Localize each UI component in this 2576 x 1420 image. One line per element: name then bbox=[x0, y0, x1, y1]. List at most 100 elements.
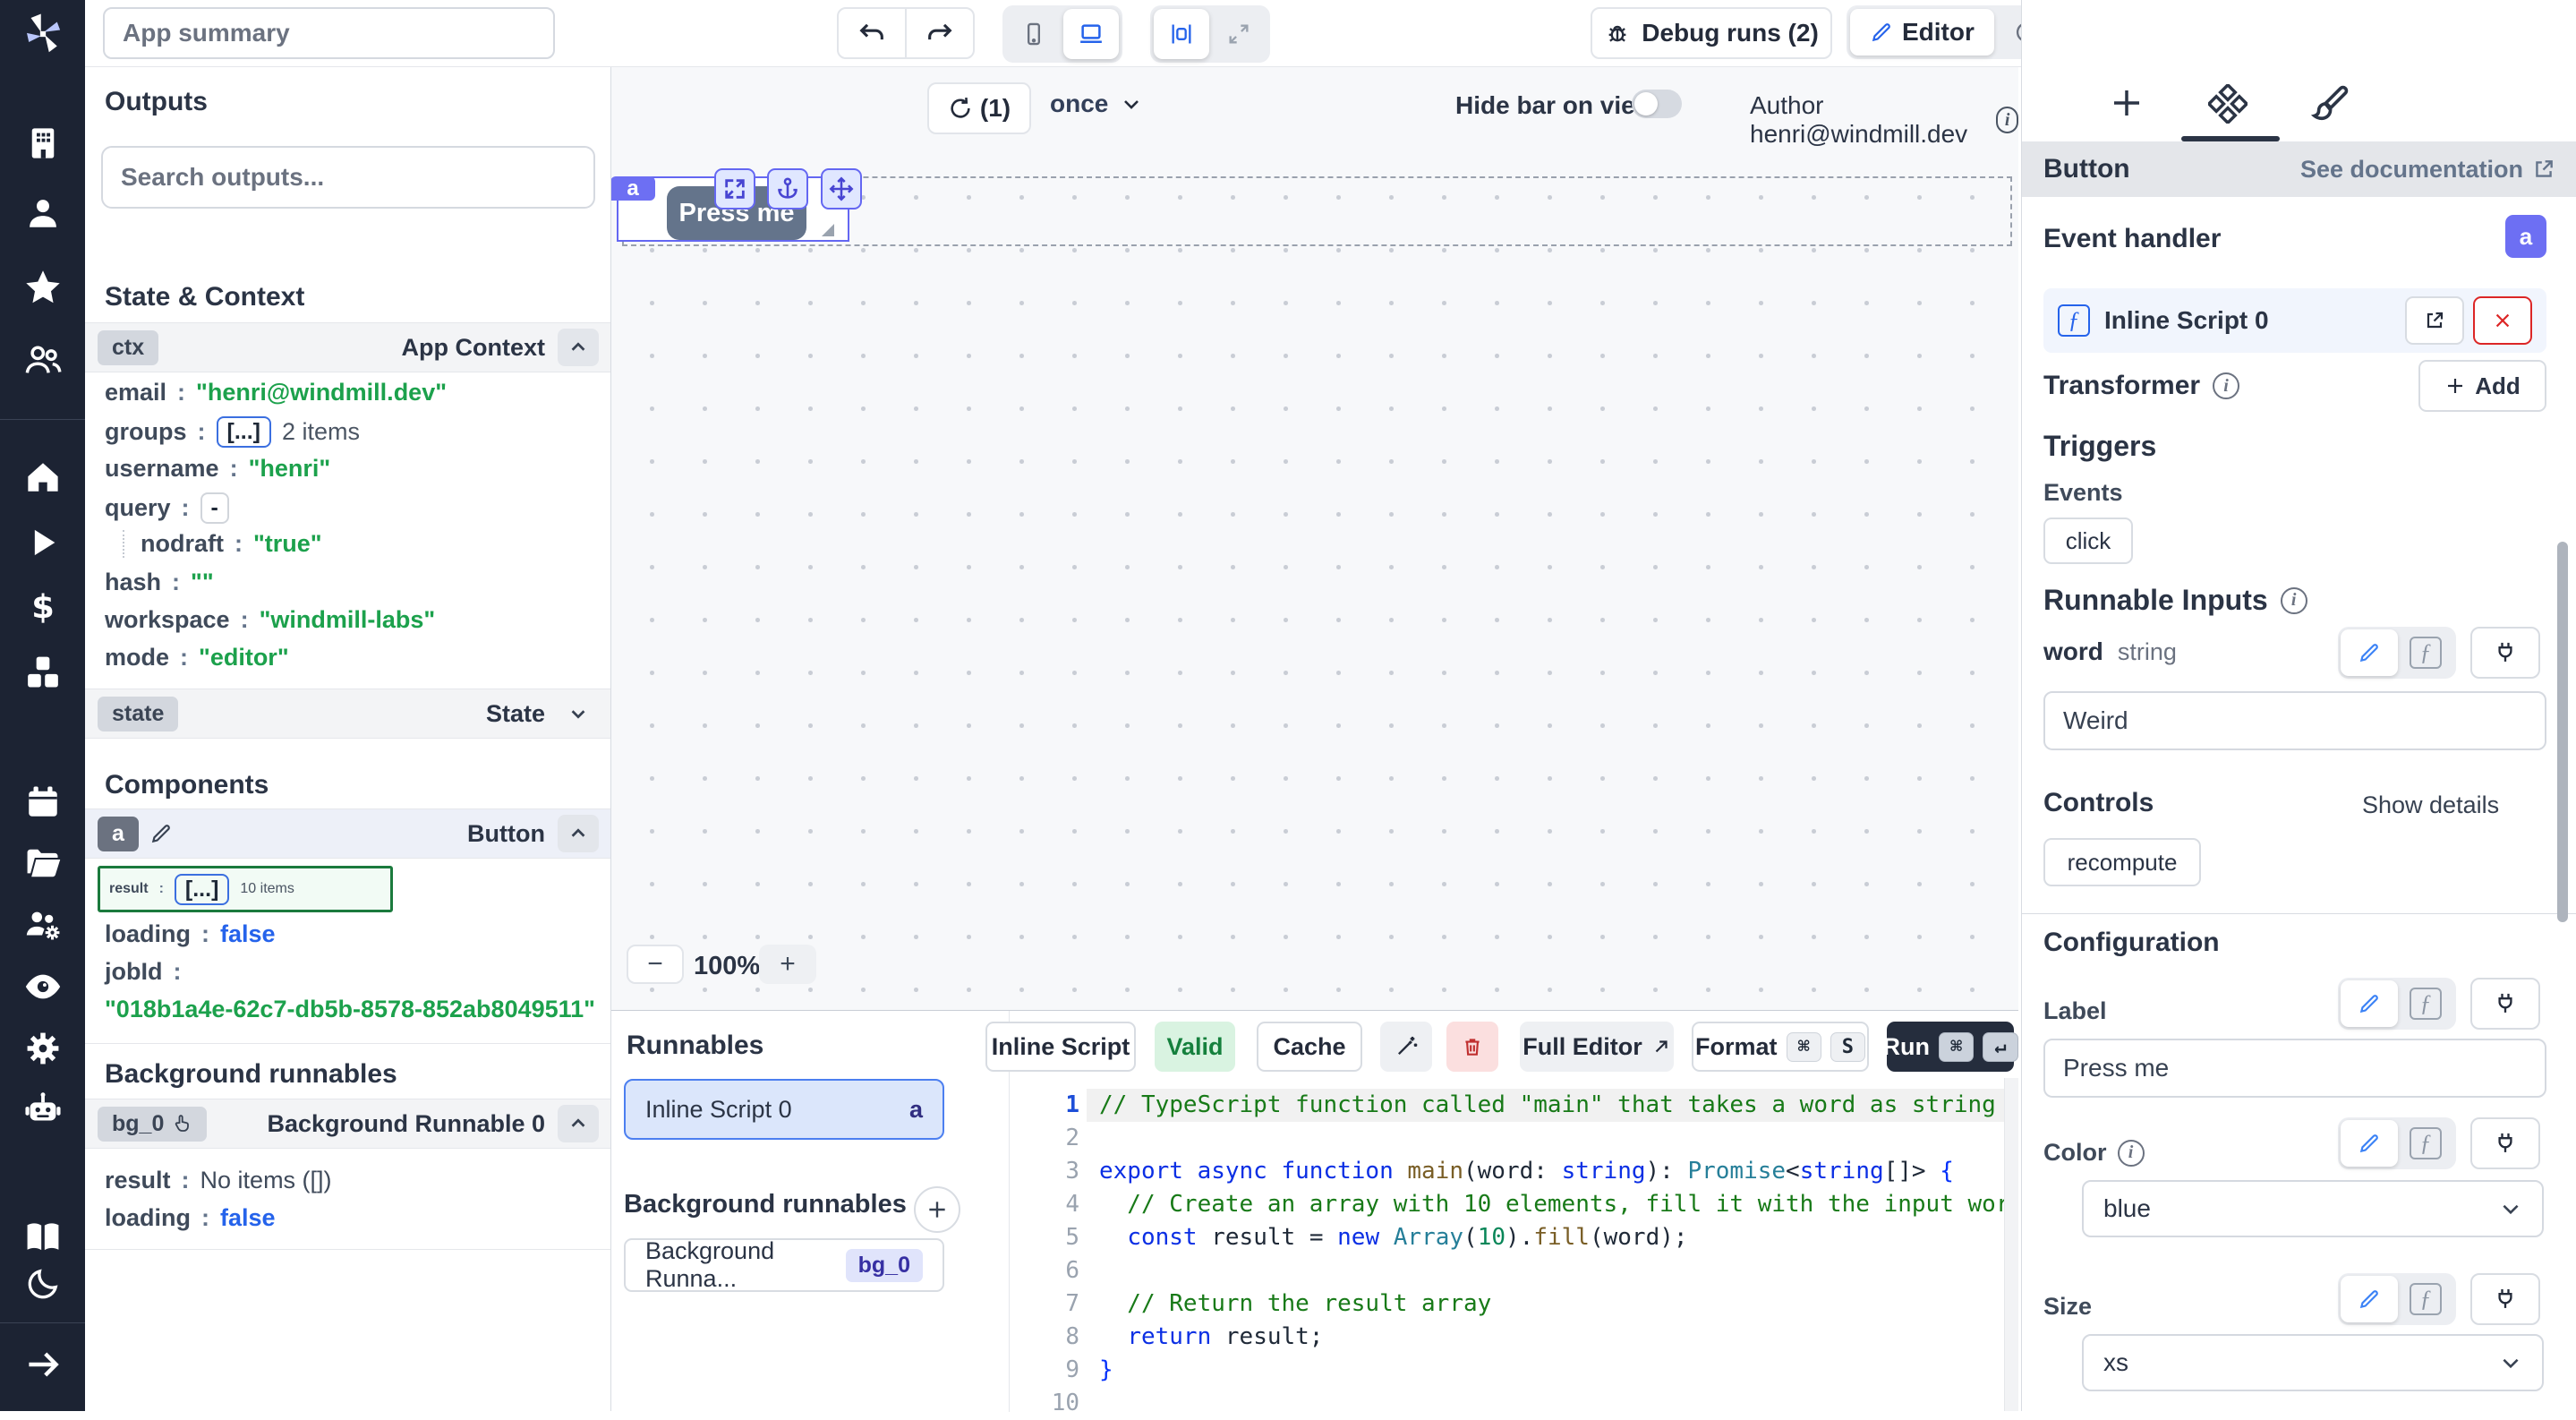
component-collapse-button[interactable] bbox=[558, 815, 599, 852]
insert-component-tab[interactable] bbox=[2108, 84, 2145, 122]
hide-bar-toggle[interactable] bbox=[1632, 90, 1682, 118]
expand-result-button[interactable]: [...] bbox=[175, 874, 230, 905]
schedule-dropdown[interactable]: once bbox=[1050, 90, 1142, 118]
code-lines[interactable]: // TypeScript function called "main" tha… bbox=[1099, 1089, 2004, 1420]
static-pencil-mode[interactable] bbox=[2341, 980, 2398, 1027]
refresh-all-button[interactable]: (1) bbox=[927, 82, 1031, 134]
settings-gear-icon[interactable] bbox=[23, 1029, 63, 1068]
bg0-collapse-button[interactable] bbox=[558, 1105, 599, 1142]
expand-handle[interactable] bbox=[714, 168, 755, 210]
rename-pencil-icon[interactable] bbox=[149, 822, 173, 845]
expand-object-button[interactable]: - bbox=[200, 492, 229, 524]
variables-dollar-icon[interactable]: $ bbox=[24, 589, 62, 627]
undo-redo-group bbox=[837, 7, 975, 59]
fullwidth-layout-button[interactable] bbox=[1211, 9, 1267, 59]
add-bg-runnable-button[interactable] bbox=[914, 1186, 960, 1233]
label-value-input[interactable] bbox=[2043, 1039, 2546, 1098]
runnable-item-selected[interactable]: Inline Script 0 a bbox=[624, 1079, 944, 1140]
zoom-in-button[interactable]: + bbox=[759, 945, 816, 984]
delete-script-button[interactable] bbox=[1446, 1022, 1498, 1072]
info-icon[interactable]: i bbox=[2118, 1140, 2145, 1167]
component-header-bar: Button See documentation bbox=[2022, 141, 2576, 197]
language-button[interactable]: Inline Script bbox=[985, 1022, 1136, 1072]
debug-runs-button[interactable]: Debug runs (2) bbox=[1591, 7, 1832, 59]
info-icon[interactable]: i bbox=[2213, 372, 2239, 399]
star-icon[interactable] bbox=[23, 268, 63, 307]
groups-gear-icon[interactable] bbox=[22, 904, 64, 945]
bg0-section-header[interactable]: bg_0 Background Runnable 0 bbox=[85, 1099, 611, 1149]
app-canvas[interactable]: (1) once Hide bar on view Author henri@w… bbox=[611, 67, 2018, 1010]
info-icon[interactable]: i bbox=[2281, 587, 2307, 614]
resources-cubes-icon[interactable] bbox=[23, 653, 63, 692]
ctx-collapse-button[interactable] bbox=[558, 329, 599, 366]
see-documentation-link[interactable]: See documentation bbox=[2300, 156, 2555, 184]
connect-plug-button[interactable] bbox=[2470, 1273, 2540, 1325]
search-outputs-input[interactable] bbox=[101, 146, 595, 209]
desktop-view-button[interactable] bbox=[1063, 9, 1119, 59]
size-select[interactable]: xs bbox=[2082, 1334, 2544, 1391]
mobile-view-button[interactable] bbox=[1006, 9, 1062, 59]
collapse-arrow-icon[interactable] bbox=[23, 1345, 63, 1384]
runs-play-icon[interactable] bbox=[25, 525, 61, 560]
folders-icon[interactable] bbox=[23, 843, 63, 883]
connect-plug-button[interactable] bbox=[2470, 627, 2540, 679]
state-expand-button[interactable] bbox=[558, 695, 599, 732]
component-a-header[interactable]: a Button bbox=[85, 808, 611, 859]
move-handle[interactable] bbox=[821, 168, 862, 210]
eval-function-mode[interactable]: ƒ bbox=[2398, 1120, 2453, 1167]
ai-wand-button[interactable] bbox=[1380, 1022, 1432, 1072]
connect-plug-button[interactable] bbox=[2470, 978, 2540, 1030]
static-pencil-mode[interactable] bbox=[2341, 1276, 2398, 1322]
users-group-icon[interactable] bbox=[22, 339, 64, 381]
color-select[interactable]: blue bbox=[2082, 1180, 2544, 1237]
editor-tab[interactable]: Editor bbox=[1850, 9, 1994, 56]
run-button[interactable]: Run ⌘ ↵ bbox=[1887, 1022, 2014, 1072]
eval-function-mode[interactable]: ƒ bbox=[2398, 1276, 2453, 1322]
state-section-header[interactable]: state State bbox=[85, 689, 611, 739]
centered-layout-button[interactable] bbox=[1154, 9, 1209, 59]
word-value-input[interactable] bbox=[2043, 691, 2546, 750]
open-script-button[interactable] bbox=[2405, 296, 2464, 345]
cache-button[interactable]: Cache bbox=[1257, 1022, 1362, 1072]
event-handler-script-row[interactable]: ƒ Inline Script 0 bbox=[2043, 288, 2546, 353]
eval-function-mode[interactable]: ƒ bbox=[2398, 980, 2453, 1027]
show-details-link[interactable]: Show details bbox=[2362, 791, 2499, 819]
add-transformer-button[interactable]: Add bbox=[2418, 360, 2546, 412]
settings-components-tab[interactable] bbox=[2208, 84, 2248, 124]
user-icon[interactable] bbox=[24, 194, 62, 232]
static-pencil-mode[interactable] bbox=[2341, 629, 2398, 676]
eval-function-mode[interactable]: ƒ bbox=[2398, 629, 2453, 676]
windmill-logo[interactable] bbox=[19, 10, 67, 58]
bg-runnable-item[interactable]: Background Runna... bg_0 bbox=[624, 1238, 944, 1292]
expand-array-button[interactable]: [...] bbox=[217, 416, 272, 448]
dark-mode-moon-icon[interactable] bbox=[25, 1266, 61, 1302]
remove-script-button[interactable] bbox=[2473, 296, 2532, 345]
recompute-chip[interactable]: recompute bbox=[2043, 838, 2201, 886]
schedules-calendar-icon[interactable] bbox=[24, 783, 62, 821]
zoom-out-button[interactable]: − bbox=[627, 945, 684, 984]
ai-robot-icon[interactable] bbox=[22, 1089, 64, 1130]
styling-brush-tab[interactable] bbox=[2310, 82, 2351, 124]
full-editor-button[interactable]: Full Editor bbox=[1520, 1022, 1674, 1072]
connect-plug-button[interactable] bbox=[2470, 1117, 2540, 1169]
ctx-section-header[interactable]: ctx App Context bbox=[85, 322, 611, 372]
info-icon[interactable]: i bbox=[1996, 107, 2018, 133]
outputs-title: Outputs bbox=[105, 87, 208, 117]
panel-scrollbar-thumb[interactable] bbox=[2557, 542, 2568, 922]
home-icon[interactable] bbox=[24, 458, 62, 496]
component-tag-badge[interactable]: a bbox=[611, 176, 655, 201]
result-output-row[interactable]: result: [...] 10 items bbox=[98, 866, 393, 912]
workspace-building-icon[interactable] bbox=[24, 124, 62, 162]
editor-scrollbar[interactable] bbox=[2004, 1078, 2018, 1411]
ctx-row-workspace: workspace: "windmill-labs" bbox=[105, 606, 435, 634]
resize-corner-handle[interactable] bbox=[820, 222, 836, 238]
format-button[interactable]: Format ⌘ S bbox=[1692, 1022, 1869, 1072]
code-gutter: 12345678910 bbox=[1010, 1089, 1087, 1420]
app-summary-input[interactable] bbox=[103, 7, 555, 59]
audit-eye-icon[interactable] bbox=[22, 966, 64, 1007]
redo-button[interactable] bbox=[907, 18, 973, 48]
undo-button[interactable] bbox=[839, 18, 905, 48]
docs-book-icon[interactable] bbox=[23, 1218, 63, 1257]
anchor-handle[interactable] bbox=[767, 168, 808, 210]
static-pencil-mode[interactable] bbox=[2341, 1120, 2398, 1167]
